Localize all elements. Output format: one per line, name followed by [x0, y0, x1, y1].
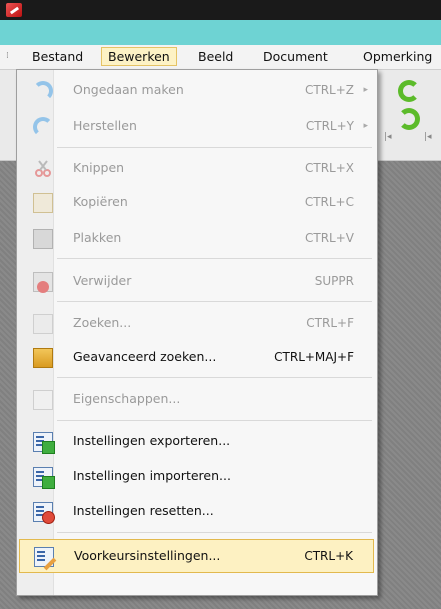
- menu-item-properties[interactable]: Eigenschappen...: [19, 384, 374, 414]
- menu-separator: [57, 258, 372, 259]
- menu-item-redo[interactable]: Herstellen CTRL+Y ▸: [19, 111, 374, 141]
- menu-item-shortcut: CTRL+V: [305, 231, 354, 245]
- menu-separator: [57, 147, 372, 148]
- menubar-grip-icon: ⁞: [6, 51, 9, 61]
- import-settings-icon: [33, 467, 55, 489]
- export-badge-icon: [42, 441, 55, 454]
- menu-bestand[interactable]: Bestand: [26, 47, 89, 66]
- menu-item-label: Zoeken...: [73, 315, 132, 330]
- preferences-icon: [34, 547, 57, 571]
- redo-toolbar-icon[interactable]: [398, 108, 420, 130]
- copy-icon: [33, 193, 53, 213]
- reset-settings-icon: [33, 502, 55, 524]
- toolbar-grip-icon-2: |◂: [424, 132, 432, 142]
- undo-icon: [33, 81, 53, 101]
- export-settings-icon: [33, 432, 55, 454]
- bewerken-dropdown-menu: Ongedaan maken CTRL+Z ▸ Herstellen CTRL+…: [16, 69, 378, 596]
- advanced-search-icon: [33, 348, 53, 368]
- menu-opmerking[interactable]: Opmerking: [357, 47, 438, 66]
- menu-item-export-settings[interactable]: Instellingen exporteren...: [19, 426, 374, 456]
- menu-item-advanced-search[interactable]: Geavanceerd zoeken... CTRL+MAJ+F: [19, 342, 374, 372]
- menu-item-undo[interactable]: Ongedaan maken CTRL+Z ▸: [19, 75, 374, 105]
- menu-item-search[interactable]: Zoeken... CTRL+F: [19, 308, 374, 338]
- menu-item-shortcut: CTRL+F: [306, 316, 354, 330]
- menu-item-label: Kopiëren: [73, 194, 128, 209]
- title-accent-bar: [0, 20, 441, 45]
- menu-item-import-settings[interactable]: Instellingen importeren...: [19, 461, 374, 491]
- menu-item-shortcut: SUPPR: [314, 274, 354, 288]
- menu-item-label: Knippen: [73, 160, 125, 175]
- redo-icon: [33, 117, 53, 137]
- menu-item-shortcut: CTRL+MAJ+F: [274, 350, 354, 364]
- menu-item-delete[interactable]: Verwijder SUPPR: [19, 266, 374, 296]
- menu-item-preferences[interactable]: Voorkeursinstellingen... CTRL+K: [19, 539, 374, 573]
- menu-bewerken[interactable]: Bewerken: [101, 47, 177, 66]
- toolbar-history-group: |◂ |◂: [378, 76, 438, 156]
- menu-item-label: Ongedaan maken: [73, 82, 184, 97]
- submenu-arrow-icon: ▸: [363, 121, 368, 131]
- menu-item-cut[interactable]: Knippen CTRL+X: [19, 153, 374, 183]
- menu-beeld[interactable]: Beeld: [192, 47, 239, 66]
- reset-badge-icon: [42, 511, 55, 524]
- title-bar: [0, 0, 441, 20]
- menu-item-label: Plakken: [73, 230, 122, 245]
- menu-item-paste[interactable]: Plakken CTRL+V: [19, 223, 374, 253]
- menu-item-label: Voorkeursinstellingen...: [74, 548, 221, 563]
- import-badge-icon: [42, 476, 55, 489]
- search-icon: [33, 314, 53, 334]
- menu-item-shortcut: CTRL+C: [304, 195, 354, 209]
- scissors-icon: [33, 159, 53, 179]
- menu-item-label: Instellingen exporteren...: [73, 433, 231, 448]
- menu-bar: ⁞ Bestand Bewerken Beeld Document Opmerk…: [0, 45, 441, 70]
- menu-item-label: Verwijder: [73, 273, 132, 288]
- menu-item-label: Instellingen resetten...: [73, 503, 214, 518]
- menu-item-shortcut: CTRL+Z: [304, 83, 354, 97]
- menu-separator: [57, 301, 372, 302]
- menu-item-label: Eigenschappen...: [73, 391, 181, 406]
- menu-separator: [57, 420, 372, 421]
- menu-item-label: Geavanceerd zoeken...: [73, 349, 217, 364]
- menu-item-label: Instellingen importeren...: [73, 468, 231, 483]
- menu-item-label: Herstellen: [73, 118, 137, 133]
- undo-toolbar-icon[interactable]: [398, 80, 420, 102]
- menu-document[interactable]: Document: [257, 47, 334, 66]
- pencil-badge-icon: [43, 557, 57, 571]
- menu-item-shortcut: CTRL+K: [304, 549, 353, 563]
- toolbar-grip-icon: |◂: [384, 132, 392, 142]
- menu-item-copy[interactable]: Kopiëren CTRL+C: [19, 187, 374, 217]
- delete-icon: [33, 272, 53, 293]
- menu-item-shortcut: CTRL+Y: [305, 119, 354, 133]
- menu-item-shortcut: CTRL+X: [304, 161, 354, 175]
- properties-icon: [33, 390, 53, 410]
- paste-icon: [33, 229, 53, 249]
- menu-separator: [57, 377, 372, 378]
- submenu-arrow-icon: ▸: [363, 85, 368, 95]
- menu-separator: [57, 532, 372, 533]
- app-logo-icon: [6, 3, 22, 17]
- menu-item-reset-settings[interactable]: Instellingen resetten...: [19, 496, 374, 526]
